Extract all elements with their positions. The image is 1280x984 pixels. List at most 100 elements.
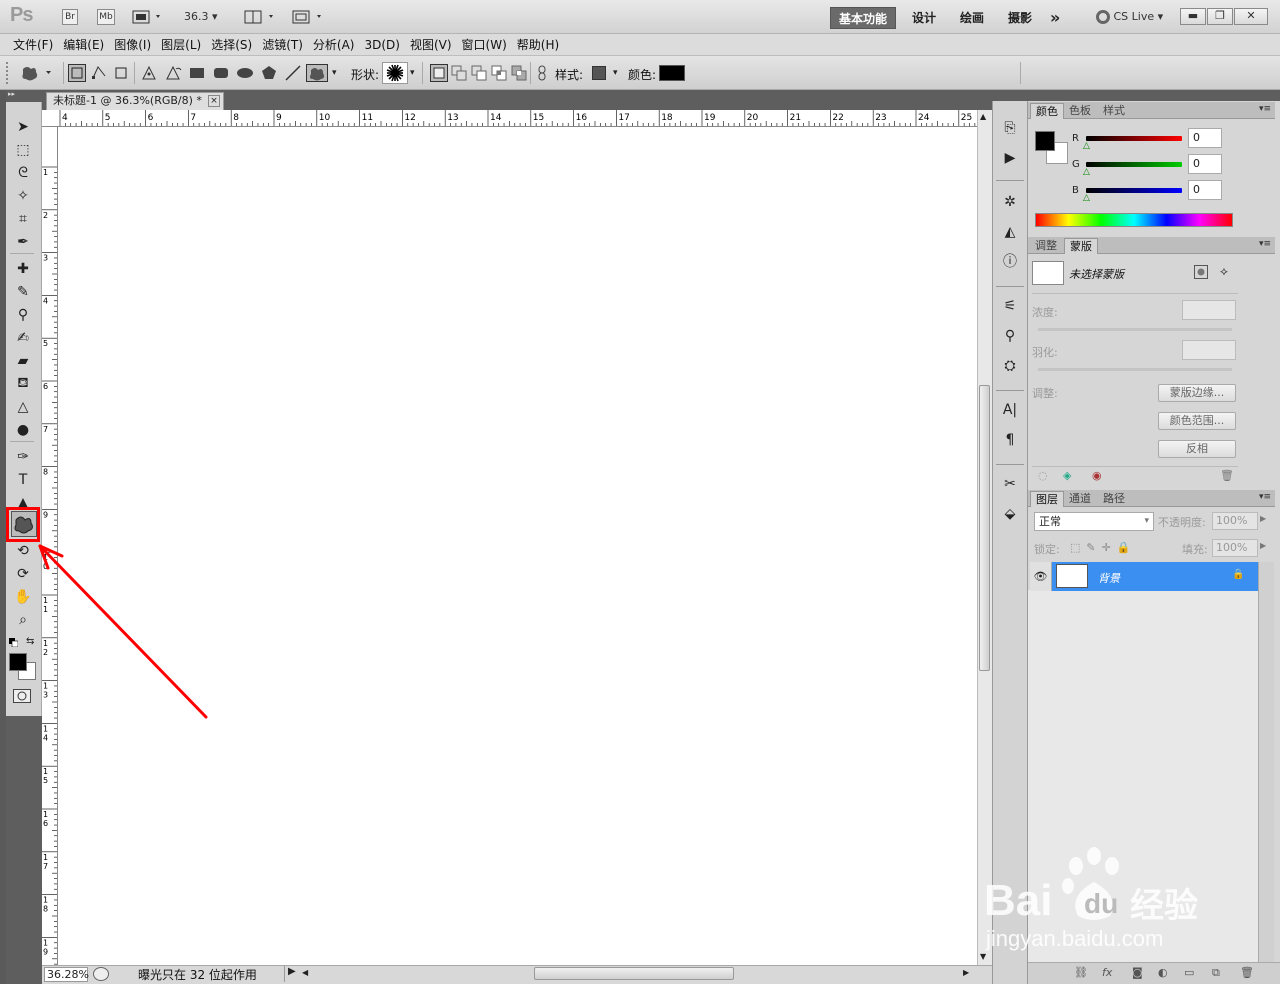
r-slider[interactable] — [1086, 136, 1182, 141]
quick-select-tool-button[interactable]: ✧ — [11, 186, 35, 206]
shape-color-swatch[interactable] — [659, 65, 685, 81]
info-panel-button[interactable]: ⓘ — [1000, 252, 1020, 272]
histogram-panel-button[interactable]: ◭ — [1000, 222, 1020, 242]
menu-view[interactable]: 视图(V) — [405, 34, 457, 55]
tab-color[interactable]: 颜色 — [1030, 103, 1064, 119]
menu-analysis[interactable]: 分析(A) — [308, 34, 360, 55]
dock-header[interactable] — [1028, 90, 1280, 101]
disable-mask-icon[interactable]: ◉ — [1092, 469, 1102, 482]
workspace-painting[interactable]: 绘画 — [952, 7, 992, 29]
vector-mask-button[interactable]: ⟡ — [1220, 264, 1228, 279]
invert-button[interactable]: 反相 — [1158, 440, 1236, 458]
style-swatch[interactable] — [592, 66, 606, 80]
3d-orbit-tool-button[interactable]: ⟳ — [11, 564, 35, 584]
arrange-documents-button[interactable] — [244, 9, 278, 25]
density-field[interactable] — [1182, 300, 1236, 320]
scroll-right-icon[interactable]: ▶ — [963, 968, 969, 977]
menu-help[interactable]: 帮助(H) — [512, 34, 564, 55]
polygon-option[interactable] — [260, 64, 278, 82]
panel-foreground-swatch[interactable] — [1035, 131, 1055, 151]
new-layer-mode[interactable] — [430, 64, 448, 82]
menu-layer[interactable]: 图层(L) — [156, 34, 206, 55]
add-to-shape-mode[interactable] — [450, 64, 468, 82]
tab-styles[interactable]: 样式 — [1098, 103, 1130, 119]
layer-name[interactable]: 背景 — [1098, 570, 1120, 586]
pen-tool-option[interactable] — [140, 64, 158, 82]
paths-mode[interactable] — [90, 64, 108, 82]
clone-source-panel-button[interactable]: ⚲ — [1000, 326, 1020, 346]
foreground-color-swatch[interactable] — [9, 653, 27, 671]
workspace-design[interactable]: 设计 — [904, 7, 944, 29]
freeform-pen-option[interactable] — [164, 64, 182, 82]
lock-options-icons[interactable]: ⬚✎✛🔒 — [1070, 541, 1137, 554]
eyedropper-tool-button[interactable]: ✒ — [11, 232, 35, 252]
b-slider-handle[interactable]: △ — [1083, 193, 1090, 203]
mini-bridge-button[interactable]: Mb — [97, 9, 115, 25]
ellipse-option[interactable] — [236, 64, 254, 82]
move-tool-button[interactable]: ➤ — [11, 117, 35, 137]
masks-panel-menu-icon[interactable]: ▾≡ — [1259, 239, 1271, 249]
style-dropdown[interactable]: ▾ — [613, 68, 618, 78]
tab-channels[interactable]: 通道 — [1064, 491, 1096, 507]
tab-paths[interactable]: 路径 — [1098, 491, 1130, 507]
delete-mask-icon[interactable]: 🗑 — [1220, 469, 1234, 482]
crop-tool-button[interactable]: ⌗ — [11, 209, 35, 229]
fill-field[interactable]: 100% — [1212, 539, 1258, 557]
vertical-ruler[interactable]: 12345678910111213141516171819 — [42, 127, 58, 965]
marquee-tool-button[interactable]: ⬚ — [11, 140, 35, 160]
menu-filter[interactable]: 滤镜(T) — [257, 34, 308, 55]
blend-mode-select[interactable]: 正常 ▾ — [1034, 512, 1154, 531]
menu-edit[interactable]: 编辑(E) — [58, 34, 109, 55]
menu-file[interactable]: 文件(F) — [8, 34, 58, 55]
link-style-toggle[interactable] — [536, 64, 548, 82]
paint-bucket-tool-button[interactable]: ⛾ — [11, 374, 35, 394]
g-value-field[interactable]: 0 — [1188, 154, 1222, 174]
tab-swatches[interactable]: 色板 — [1064, 103, 1096, 119]
workspace-basic[interactable]: 基本功能 — [830, 7, 897, 29]
g-slider[interactable] — [1086, 162, 1182, 167]
scroll-left-icon[interactable]: ◀ — [302, 968, 308, 977]
cs-live-button[interactable]: CS Live ▾ — [1096, 10, 1163, 24]
quick-mask-button[interactable] — [13, 689, 31, 703]
navigator-panel-button[interactable]: ✲ — [1000, 192, 1020, 212]
shape-picker-dropdown[interactable]: ▾ — [410, 68, 415, 78]
color-panel-menu-icon[interactable]: ▾≡ — [1259, 104, 1271, 114]
custom-shape-option[interactable] — [306, 64, 328, 82]
bridge-button[interactable]: Br — [62, 9, 78, 25]
menu-image[interactable]: 图像(I) — [109, 34, 156, 55]
tool-preset-picker[interactable] — [20, 64, 56, 82]
3d-rotate-tool-button[interactable]: ⟲ — [11, 541, 35, 561]
feather-field[interactable] — [1182, 340, 1236, 360]
pen-tool-button[interactable]: ✑ — [11, 447, 35, 467]
actions-panel-button[interactable]: ▶ — [1000, 148, 1020, 168]
feather-slider[interactable] — [1038, 368, 1232, 371]
status-info-icon[interactable] — [93, 967, 109, 981]
close-window-button[interactable]: ✕ — [1234, 8, 1268, 25]
restore-button[interactable]: ❐ — [1207, 8, 1233, 25]
history-panel-button[interactable]: ⎘ — [1000, 118, 1020, 138]
tab-masks[interactable]: 蒙版 — [1064, 238, 1098, 254]
view-extras-button[interactable] — [132, 9, 164, 25]
shape-picker[interactable] — [382, 62, 408, 84]
clone-stamp-tool-button[interactable]: ⚲ — [11, 305, 35, 325]
character-panel-button[interactable]: A| — [1000, 400, 1020, 420]
rounded-rectangle-option[interactable] — [212, 64, 230, 82]
density-slider[interactable] — [1038, 328, 1232, 331]
tab-layers[interactable]: 图层 — [1030, 491, 1064, 507]
3d-layers-panel-button[interactable]: ⬙ — [1000, 504, 1020, 524]
subtract-shape-mode[interactable] — [470, 64, 488, 82]
shape-layers-mode[interactable] — [68, 64, 86, 82]
close-tab-icon[interactable]: × — [208, 95, 220, 107]
document-canvas[interactable] — [58, 127, 977, 965]
options-grip[interactable] — [6, 62, 12, 84]
line-option[interactable] — [284, 64, 302, 82]
layer-visibility-toggle[interactable]: 👁 — [1030, 562, 1052, 591]
tab-adjustments[interactable]: 调整 — [1030, 238, 1062, 254]
tool-presets-panel-button[interactable]: ⛭ — [1000, 356, 1020, 376]
g-slider-handle[interactable]: △ — [1083, 167, 1090, 177]
fill-arrow[interactable]: ▶ — [1260, 541, 1266, 550]
opacity-field[interactable]: 100% — [1212, 512, 1258, 530]
load-selection-icon[interactable]: ◌ — [1038, 469, 1048, 482]
b-value-field[interactable]: 0 — [1188, 180, 1222, 200]
exclude-shape-mode[interactable] — [510, 64, 528, 82]
